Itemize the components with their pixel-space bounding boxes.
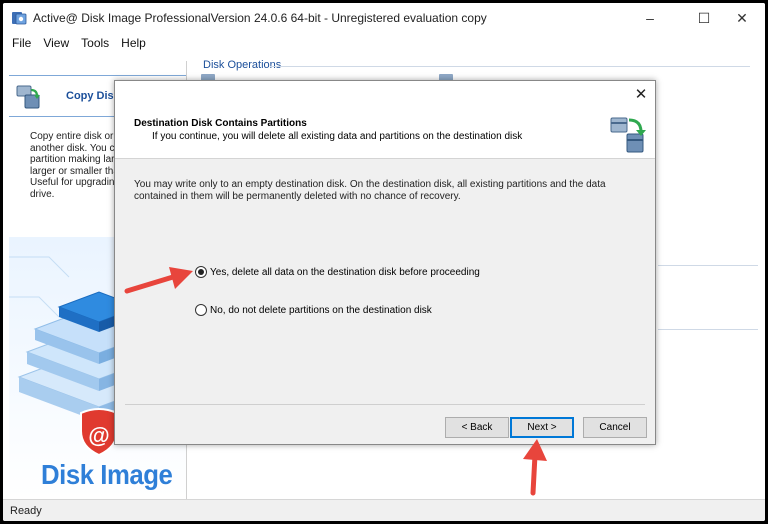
option-delete-data-label: Yes, delete all data on the destination … [210, 266, 480, 278]
menu-bar: File View Tools Help [3, 33, 765, 53]
warning-line: contained in them will be permanently de… [134, 191, 461, 202]
section-title: Disk Operations [203, 59, 282, 71]
status-text: Ready [10, 505, 42, 517]
brand-logo-text: Disk Image [41, 459, 173, 490]
menu-help[interactable]: Help [115, 36, 152, 50]
status-bar: Ready [3, 499, 765, 521]
warning-line: You may write only to an empty destinati… [134, 179, 606, 190]
disk-copy-icon [610, 117, 646, 153]
dialog-subtitle: If you continue, you will delete all exi… [152, 131, 523, 142]
dialog-title: Destination Disk Contains Partitions [134, 118, 307, 129]
option-delete-data[interactable]: Yes, delete all data on the destination … [195, 266, 480, 278]
copy-disk-icon [16, 85, 40, 109]
dialog-warning-text: You may write only to an empty destinati… [134, 179, 634, 203]
next-button[interactable]: Next > [510, 417, 574, 438]
annotation-arrow-icon [523, 439, 547, 496]
menu-tools[interactable]: Tools [75, 36, 115, 50]
menu-view[interactable]: View [37, 36, 75, 50]
dialog-close-button[interactable]: ✕ [631, 85, 651, 103]
svg-text:@: @ [88, 423, 109, 448]
window-title: Active@ Disk Image ProfessionalVersion 2… [33, 11, 487, 25]
dialog-header: ✕ Destination Disk Contains Partitions I… [115, 81, 655, 159]
annotation-arrow-icon [124, 267, 193, 294]
left-panel-title: Copy Disk [66, 90, 120, 102]
dialog-separator [125, 404, 645, 405]
cancel-button[interactable]: Cancel [583, 417, 647, 438]
app-window: Active@ Disk Image ProfessionalVersion 2… [3, 3, 765, 521]
minimize-button[interactable]: – [627, 3, 673, 33]
divider [658, 265, 758, 266]
menu-file[interactable]: File [3, 36, 37, 50]
radio-keep-partitions[interactable] [195, 304, 207, 316]
option-keep-partitions-label: No, do not delete partitions on the dest… [210, 304, 432, 316]
divider [658, 329, 758, 330]
section-divider [270, 66, 750, 67]
title-bar[interactable]: Active@ Disk Image ProfessionalVersion 2… [3, 3, 765, 33]
app-logo-icon [12, 12, 27, 25]
close-button[interactable]: ✕ [719, 3, 765, 33]
option-keep-partitions[interactable]: No, do not delete partitions on the dest… [195, 304, 432, 316]
back-button[interactable]: < Back [445, 417, 509, 438]
